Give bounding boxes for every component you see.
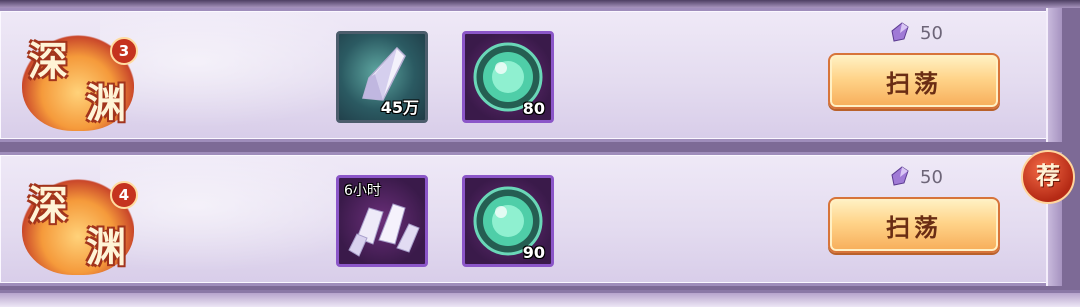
reward-slot-orb[interactable]: 80 <box>462 31 554 123</box>
emblem-char-2: 渊 <box>86 80 126 127</box>
abyss-emblem: 深 渊 3 <box>18 23 142 133</box>
sweep-cost: 50 <box>888 19 943 47</box>
stage-level-badge: 3 <box>110 37 138 65</box>
cost-amount: 50 <box>920 22 943 44</box>
sweep-button[interactable]: 扫荡 <box>828 197 1000 253</box>
stage-row-4: 深 渊 4 6小时 90 50 扫荡 <box>0 152 1062 286</box>
reward-slot-silver[interactable]: 45万 <box>336 31 428 123</box>
cost-amount: 50 <box>920 166 943 188</box>
recommend-badge: 荐 <box>1021 150 1075 204</box>
top-divider <box>0 0 1080 8</box>
row-edge-tab <box>1046 8 1062 142</box>
sweep-button[interactable]: 扫荡 <box>828 53 1000 109</box>
stage-row-3: 深 渊 3 45万 80 50 扫荡 <box>0 8 1062 142</box>
reward-slot-orb[interactable]: 90 <box>462 175 554 267</box>
stage-level-badge: 4 <box>110 181 138 209</box>
reward-duration: 6小时 <box>344 183 381 199</box>
abyss-emblem: 深 渊 4 <box>18 167 142 277</box>
reward-quantity: 80 <box>522 99 545 118</box>
purple-gem-icon <box>891 166 909 186</box>
emblem-char-2: 渊 <box>86 224 126 271</box>
reward-quantity: 90 <box>522 243 545 262</box>
reward-quantity: 45万 <box>380 98 419 117</box>
purple-gem-icon <box>891 22 909 42</box>
reward-slot-crystals[interactable]: 6小时 <box>336 175 428 267</box>
next-row-edge <box>0 290 1080 307</box>
sweep-cost: 50 <box>888 163 943 191</box>
